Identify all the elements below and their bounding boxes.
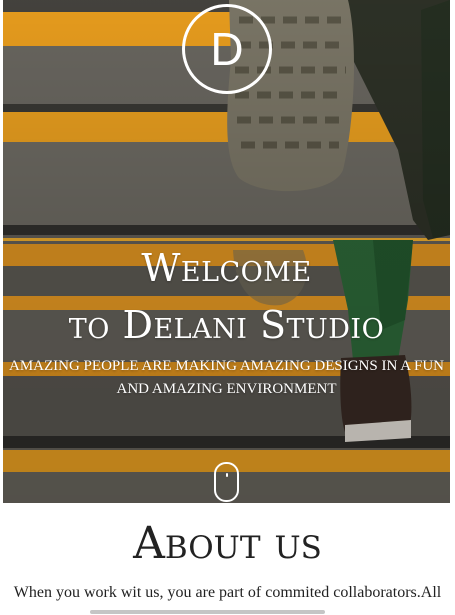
horizontal-scrollbar[interactable] xyxy=(90,610,325,614)
hero-title: Welcome to Delani Studio xyxy=(3,240,450,354)
mouse-scroll-icon[interactable] xyxy=(214,462,239,502)
studio-logo[interactable]: D xyxy=(182,4,272,94)
about-heading: About us xyxy=(133,518,322,569)
about-body-text: When you work wit us, you are part of co… xyxy=(13,584,442,601)
hero-title-line-1: Welcome xyxy=(141,246,312,290)
logo-letter: D xyxy=(210,23,244,75)
page: D Welcome to Delani Studio AMAZING PEOPL… xyxy=(0,0,455,615)
hero-subtitle: AMAZING PEOPLE ARE MAKING AMAZING DESIGN… xyxy=(8,358,444,397)
hero-section: D Welcome to Delani Studio AMAZING PEOPL… xyxy=(3,0,450,503)
mouse-wheel-icon xyxy=(225,473,228,477)
hero-title-line-2: to Delani Studio xyxy=(68,303,385,347)
